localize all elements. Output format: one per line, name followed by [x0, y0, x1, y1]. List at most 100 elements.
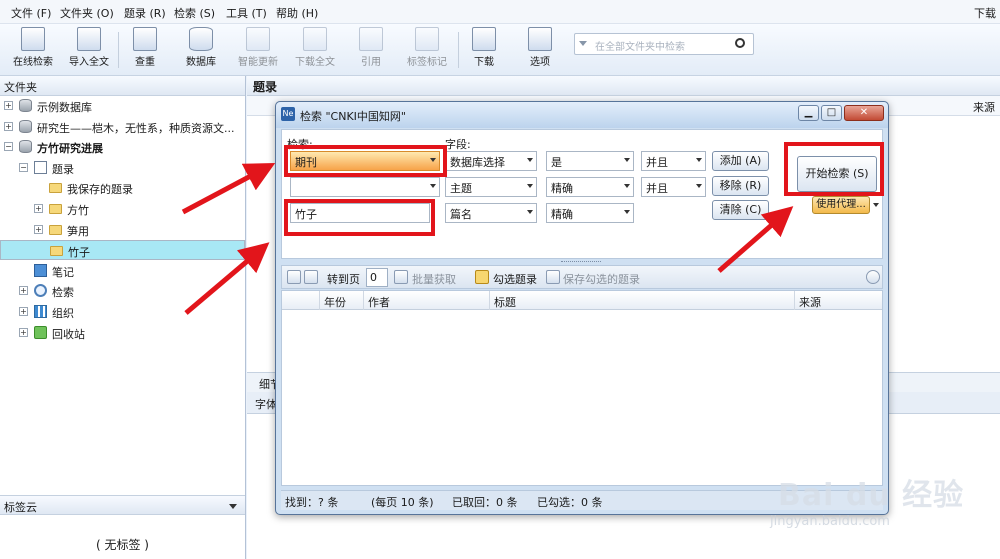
check-records-button[interactable]: 勾选题录 — [493, 271, 537, 287]
download-fulltext-label: 下载全文 — [295, 57, 335, 68]
save-checked-button[interactable]: 保存勾选的题录 — [563, 271, 640, 287]
search-source-select-2[interactable] — [290, 177, 440, 197]
options-button[interactable]: 选项 — [511, 27, 569, 73]
menu-file[interactable]: 文件 (F) — [11, 5, 51, 21]
import-fulltext-button[interactable]: 导入全文 — [60, 27, 118, 73]
download-label: 下载 — [474, 57, 494, 68]
expand-icon[interactable]: + — [19, 286, 28, 296]
chevron-down-icon — [696, 158, 702, 162]
page-number-input[interactable]: 0 — [366, 268, 388, 287]
expand-icon[interactable]: + — [34, 204, 43, 213]
close-button[interactable]: ✕ — [844, 105, 884, 121]
add-button[interactable]: 添加 (A) — [712, 151, 769, 171]
font-control[interactable]: 字体 — [255, 396, 277, 412]
tree-item-label: 检索 — [52, 286, 74, 300]
tree-item[interactable]: + 方竹 — [0, 199, 245, 219]
search-icon — [34, 284, 47, 298]
download-fulltext-button[interactable]: 下载全文 — [286, 27, 344, 73]
tree-item[interactable]: + 检索 — [0, 281, 245, 301]
logic-value-1: 并且 — [646, 156, 668, 169]
expand-icon[interactable]: + — [4, 101, 13, 110]
database-button[interactable]: 数据库 — [172, 27, 230, 73]
status-fetched: 已取回：0 条 — [452, 496, 518, 509]
field-value-1: 数据库选择 — [450, 156, 505, 169]
field-select-3[interactable]: 篇名 — [445, 203, 537, 223]
baidu-watermark: Bai du 经验 jingyan.baidu.com — [760, 470, 1000, 559]
tree-item-label: 组织 — [52, 307, 74, 320]
logic-select-2[interactable]: 并且 — [641, 177, 706, 197]
field-label: 字段: — [445, 138, 471, 151]
search-dropdown-icon[interactable] — [579, 41, 587, 46]
chevron-down-icon — [527, 158, 533, 162]
tree-item[interactable]: + 组织 — [0, 302, 245, 322]
tree-item[interactable]: 竹子 — [0, 240, 245, 261]
cite-label: 引用 — [361, 57, 381, 68]
expand-icon[interactable]: + — [19, 307, 28, 316]
col-source[interactable]: 来源 — [795, 291, 882, 310]
database-icon — [19, 140, 32, 154]
menu-records[interactable]: 题录 (R) — [124, 5, 166, 21]
tree-item[interactable]: 笔记 — [0, 261, 245, 281]
tree-item[interactable]: 我保存的题录 — [0, 178, 245, 198]
menu-search[interactable]: 检索 (S) — [174, 5, 215, 21]
tree-item[interactable]: − 题录 — [0, 158, 245, 178]
database-icon — [19, 119, 32, 133]
dedupe-button[interactable]: 查重 — [116, 27, 174, 73]
tagcloud-title: 标签云 — [4, 501, 37, 514]
maximize-button[interactable]: □ — [821, 105, 842, 121]
records-col-source[interactable]: 来源 — [973, 99, 995, 115]
field-select-1[interactable]: 数据库选择 — [445, 151, 537, 171]
toolbar: 在线检索 导入全文 查重 数据库 智能更新 下载全文 引用 标签标记 下载 选项 — [0, 24, 1000, 76]
cite-button[interactable]: 引用 — [342, 27, 400, 73]
baidu-logo: Bai du 经验 — [778, 478, 965, 513]
mode-select-1[interactable]: 是 — [546, 151, 634, 171]
mode-value-2: 精确 — [551, 182, 573, 195]
col-author[interactable]: 作者 — [364, 291, 490, 310]
batch-fetch-button[interactable]: 批量获取 — [412, 271, 456, 287]
col-year[interactable]: 年份 — [320, 291, 364, 310]
status-checked: 已勾选：0 条 — [537, 496, 603, 509]
download-button[interactable]: 下载 — [455, 27, 513, 73]
tree-item[interactable]: − 方竹研究进展 — [0, 137, 245, 157]
tagcloud-header: 标签云 — [0, 495, 245, 515]
expand-icon[interactable]: + — [4, 121, 13, 131]
chevron-down-icon — [624, 158, 630, 162]
settings-icon[interactable] — [866, 270, 880, 284]
clear-button[interactable]: 清除 (C) — [712, 200, 769, 220]
mode-select-2[interactable]: 精确 — [546, 177, 634, 197]
minimize-button[interactable]: ▁ — [798, 105, 819, 121]
use-proxy-button[interactable]: 使用代理... — [812, 196, 870, 214]
search-criteria-panel: 检索: 字段: 期刊 数据库选择 是 并且 添加 (A) 主题 精确 并且 移除… — [281, 129, 884, 259]
proxy-dropdown-icon[interactable] — [873, 203, 879, 207]
tree-item[interactable]: + 回收站 — [0, 323, 245, 343]
next-page-icon[interactable] — [304, 270, 318, 284]
collapse-icon[interactable]: − — [19, 162, 28, 172]
collapse-icon[interactable]: − — [4, 142, 13, 152]
folder-search-input[interactable]: 在全部文件夹中检索 — [574, 33, 754, 55]
expand-icon[interactable]: + — [34, 224, 43, 234]
remove-button[interactable]: 移除 (R) — [712, 176, 769, 196]
search-icon[interactable] — [735, 38, 745, 48]
tree-item[interactable]: + 研究生——桤木，无性系，种质资源文... — [0, 117, 245, 137]
tag-button[interactable]: 标签标记 — [398, 27, 456, 73]
tree-item-label: 方竹 — [67, 204, 89, 217]
expand-icon[interactable]: + — [19, 327, 28, 337]
col-title[interactable]: 标题 — [490, 291, 795, 310]
online-search-button[interactable]: 在线检索 — [4, 27, 62, 73]
tree-item[interactable]: + 笋用 — [0, 220, 245, 240]
menu-help[interactable]: 帮助 (H) — [276, 5, 318, 21]
mode-select-3[interactable]: 精确 — [546, 203, 634, 223]
highlight-term-box — [284, 199, 435, 236]
smart-update-button[interactable]: 智能更新 — [229, 27, 287, 73]
logic-select-1[interactable]: 并且 — [641, 151, 706, 171]
menu-tools[interactable]: 工具 (T) — [226, 5, 267, 21]
tree-item[interactable]: + 示例数据库 — [0, 96, 245, 116]
menu-folder[interactable]: 文件夹 (O) — [60, 5, 114, 21]
tagcloud-dropdown-icon[interactable] — [229, 504, 237, 509]
prev-page-icon[interactable] — [287, 270, 301, 284]
chevron-down-icon — [527, 210, 533, 214]
col-checkbox[interactable] — [282, 291, 320, 310]
organize-icon — [34, 305, 47, 318]
field-select-2[interactable]: 主题 — [445, 177, 537, 197]
chevron-down-icon — [430, 184, 436, 188]
